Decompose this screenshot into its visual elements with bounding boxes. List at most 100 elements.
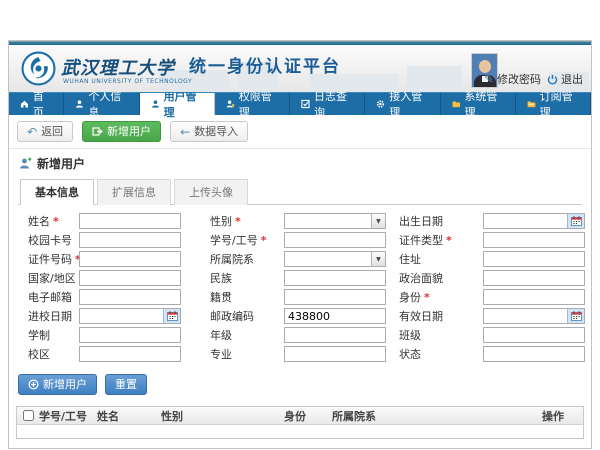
data-import-label: 数据导入 bbox=[194, 125, 238, 138]
form-tabs: 基本信息 扩展信息 上传头像 bbox=[18, 179, 582, 205]
data-import-button[interactable]: ← 数据导入 bbox=[170, 121, 248, 142]
ethnicity-field[interactable] bbox=[284, 270, 386, 286]
nav-access-management[interactable]: 接入管理 bbox=[365, 93, 440, 115]
nav-label: 接入管理 bbox=[389, 88, 428, 120]
nav-label: 日志查询 bbox=[314, 88, 353, 120]
grade-field[interactable] bbox=[284, 327, 386, 343]
entry-date-field[interactable] bbox=[80, 309, 163, 323]
nav-user-management[interactable]: 用户管理 bbox=[140, 93, 215, 115]
enter-icon bbox=[92, 126, 103, 137]
nav-home[interactable]: 首页 bbox=[9, 93, 64, 115]
valid-date-field[interactable] bbox=[484, 309, 567, 323]
plus-circle-icon bbox=[28, 379, 39, 390]
nav-log-query[interactable]: 日志查询 bbox=[290, 93, 365, 115]
col-department: 所属院系 bbox=[332, 408, 542, 424]
form-actions: 新增用户 重置 bbox=[9, 367, 591, 404]
address-field[interactable] bbox=[483, 251, 585, 267]
nav-system-management[interactable]: 系统管理 bbox=[441, 93, 516, 115]
calendar-icon[interactable] bbox=[163, 309, 180, 323]
reset-button[interactable]: 重置 bbox=[105, 374, 147, 395]
section-title: 新增用户 bbox=[9, 149, 591, 176]
field-label: 姓名* bbox=[15, 213, 79, 229]
tab-basic-info[interactable]: 基本信息 bbox=[20, 179, 94, 205]
tab-extended-info[interactable]: 扩展信息 bbox=[97, 179, 171, 205]
import-arrow-icon: ← bbox=[180, 127, 190, 137]
field-label: 证件号码* bbox=[15, 251, 79, 267]
nav-label: 订阅管理 bbox=[540, 88, 579, 120]
nav-permission-management[interactable]: 权限管理 bbox=[215, 93, 290, 115]
main-nav: 首页 个人信息 用户管理 权限管理 日志查询 bbox=[9, 92, 591, 115]
nav-subscription-management[interactable]: 订阅管理 bbox=[516, 93, 591, 115]
gear-icon bbox=[376, 99, 385, 109]
identity-field[interactable] bbox=[483, 289, 585, 305]
chevron-down-icon[interactable]: ▼ bbox=[371, 214, 385, 228]
status-field[interactable] bbox=[483, 346, 585, 362]
id-number-field[interactable] bbox=[79, 251, 181, 267]
nav-label: 系统管理 bbox=[464, 88, 503, 120]
field-label: 年级 bbox=[206, 327, 284, 343]
field-label: 所属院系 bbox=[206, 251, 284, 267]
field-label: 住址 bbox=[393, 251, 483, 267]
tab-upload-avatar[interactable]: 上传头像 bbox=[174, 179, 248, 205]
gender-field[interactable] bbox=[285, 214, 371, 228]
add-user-icon bbox=[19, 157, 32, 170]
field-label: 政治面貌 bbox=[393, 270, 483, 286]
power-icon bbox=[547, 74, 558, 85]
section-title-text: 新增用户 bbox=[37, 155, 85, 172]
calendar-icon[interactable] bbox=[567, 309, 584, 323]
student-id-field[interactable] bbox=[284, 232, 386, 248]
reset-label: 重置 bbox=[115, 378, 137, 391]
field-label: 专业 bbox=[206, 346, 284, 362]
id-type-field[interactable] bbox=[483, 232, 585, 248]
postal-code-field[interactable] bbox=[284, 308, 386, 324]
logout-link[interactable]: 退出 bbox=[547, 71, 583, 87]
user-icon bbox=[75, 99, 84, 109]
field-label: 民族 bbox=[206, 270, 284, 286]
chevron-down-icon[interactable]: ▼ bbox=[371, 252, 385, 266]
permission-icon bbox=[226, 99, 235, 109]
building-silhouette bbox=[407, 66, 462, 92]
field-label: 身份* bbox=[393, 289, 483, 305]
department-field[interactable] bbox=[285, 252, 371, 266]
name-field[interactable] bbox=[79, 213, 181, 229]
toolbar-add-user-button[interactable]: 新增用户 bbox=[82, 121, 161, 142]
platform-title: 统一身份认证平台 bbox=[189, 57, 341, 77]
back-button[interactable]: ↶ 返回 bbox=[17, 121, 73, 142]
nav-label: 首页 bbox=[33, 88, 53, 120]
class-field[interactable] bbox=[483, 327, 585, 343]
header-links: ✎ 修改密码 退出 bbox=[484, 71, 583, 87]
email-field[interactable] bbox=[79, 289, 181, 305]
header: 武汉理工大学统一身份认证平台 WUHAN UNIVERSITY OF TECHN… bbox=[9, 45, 591, 92]
field-label: 出生日期 bbox=[393, 213, 483, 229]
field-label: 有效日期 bbox=[393, 308, 483, 324]
native-place-field[interactable] bbox=[284, 289, 386, 305]
toolbar: ↶ 返回 新增用户 ← 数据导入 bbox=[9, 115, 591, 149]
campus-field[interactable] bbox=[79, 346, 181, 362]
country-field[interactable] bbox=[79, 270, 181, 286]
birth-date-field[interactable] bbox=[484, 214, 567, 228]
select-all-checkbox[interactable] bbox=[23, 410, 34, 421]
change-password-label: 修改密码 bbox=[497, 71, 541, 87]
app-window: 武汉理工大学统一身份认证平台 WUHAN UNIVERSITY OF TECHN… bbox=[8, 40, 592, 449]
change-password-link[interactable]: ✎ 修改密码 bbox=[484, 71, 541, 87]
calendar-icon[interactable] bbox=[567, 214, 584, 228]
empty-table-body bbox=[17, 425, 583, 438]
field-label: 性别* bbox=[206, 213, 284, 229]
submit-add-user-button[interactable]: 新增用户 bbox=[18, 374, 97, 395]
field-label: 邮政编码 bbox=[206, 308, 284, 324]
nav-profile[interactable]: 个人信息 bbox=[64, 93, 139, 115]
major-field[interactable] bbox=[284, 346, 386, 362]
field-label: 国家/地区 bbox=[15, 270, 79, 286]
political-status-field[interactable] bbox=[483, 270, 585, 286]
system-folder-icon bbox=[452, 99, 461, 109]
field-label: 证件类型* bbox=[393, 232, 483, 248]
field-label: 状态 bbox=[393, 346, 483, 362]
user-table: 学号/工号 姓名 性别 身份 所属院系 操作 bbox=[16, 406, 584, 439]
col-identity: 身份 bbox=[284, 408, 332, 424]
field-label: 籍贯 bbox=[206, 289, 284, 305]
subscribe-folder-icon bbox=[527, 99, 536, 109]
back-label: 返回 bbox=[41, 125, 63, 138]
campus-card-field[interactable] bbox=[79, 232, 181, 248]
logout-label: 退出 bbox=[561, 71, 583, 87]
education-length-field[interactable] bbox=[79, 327, 181, 343]
